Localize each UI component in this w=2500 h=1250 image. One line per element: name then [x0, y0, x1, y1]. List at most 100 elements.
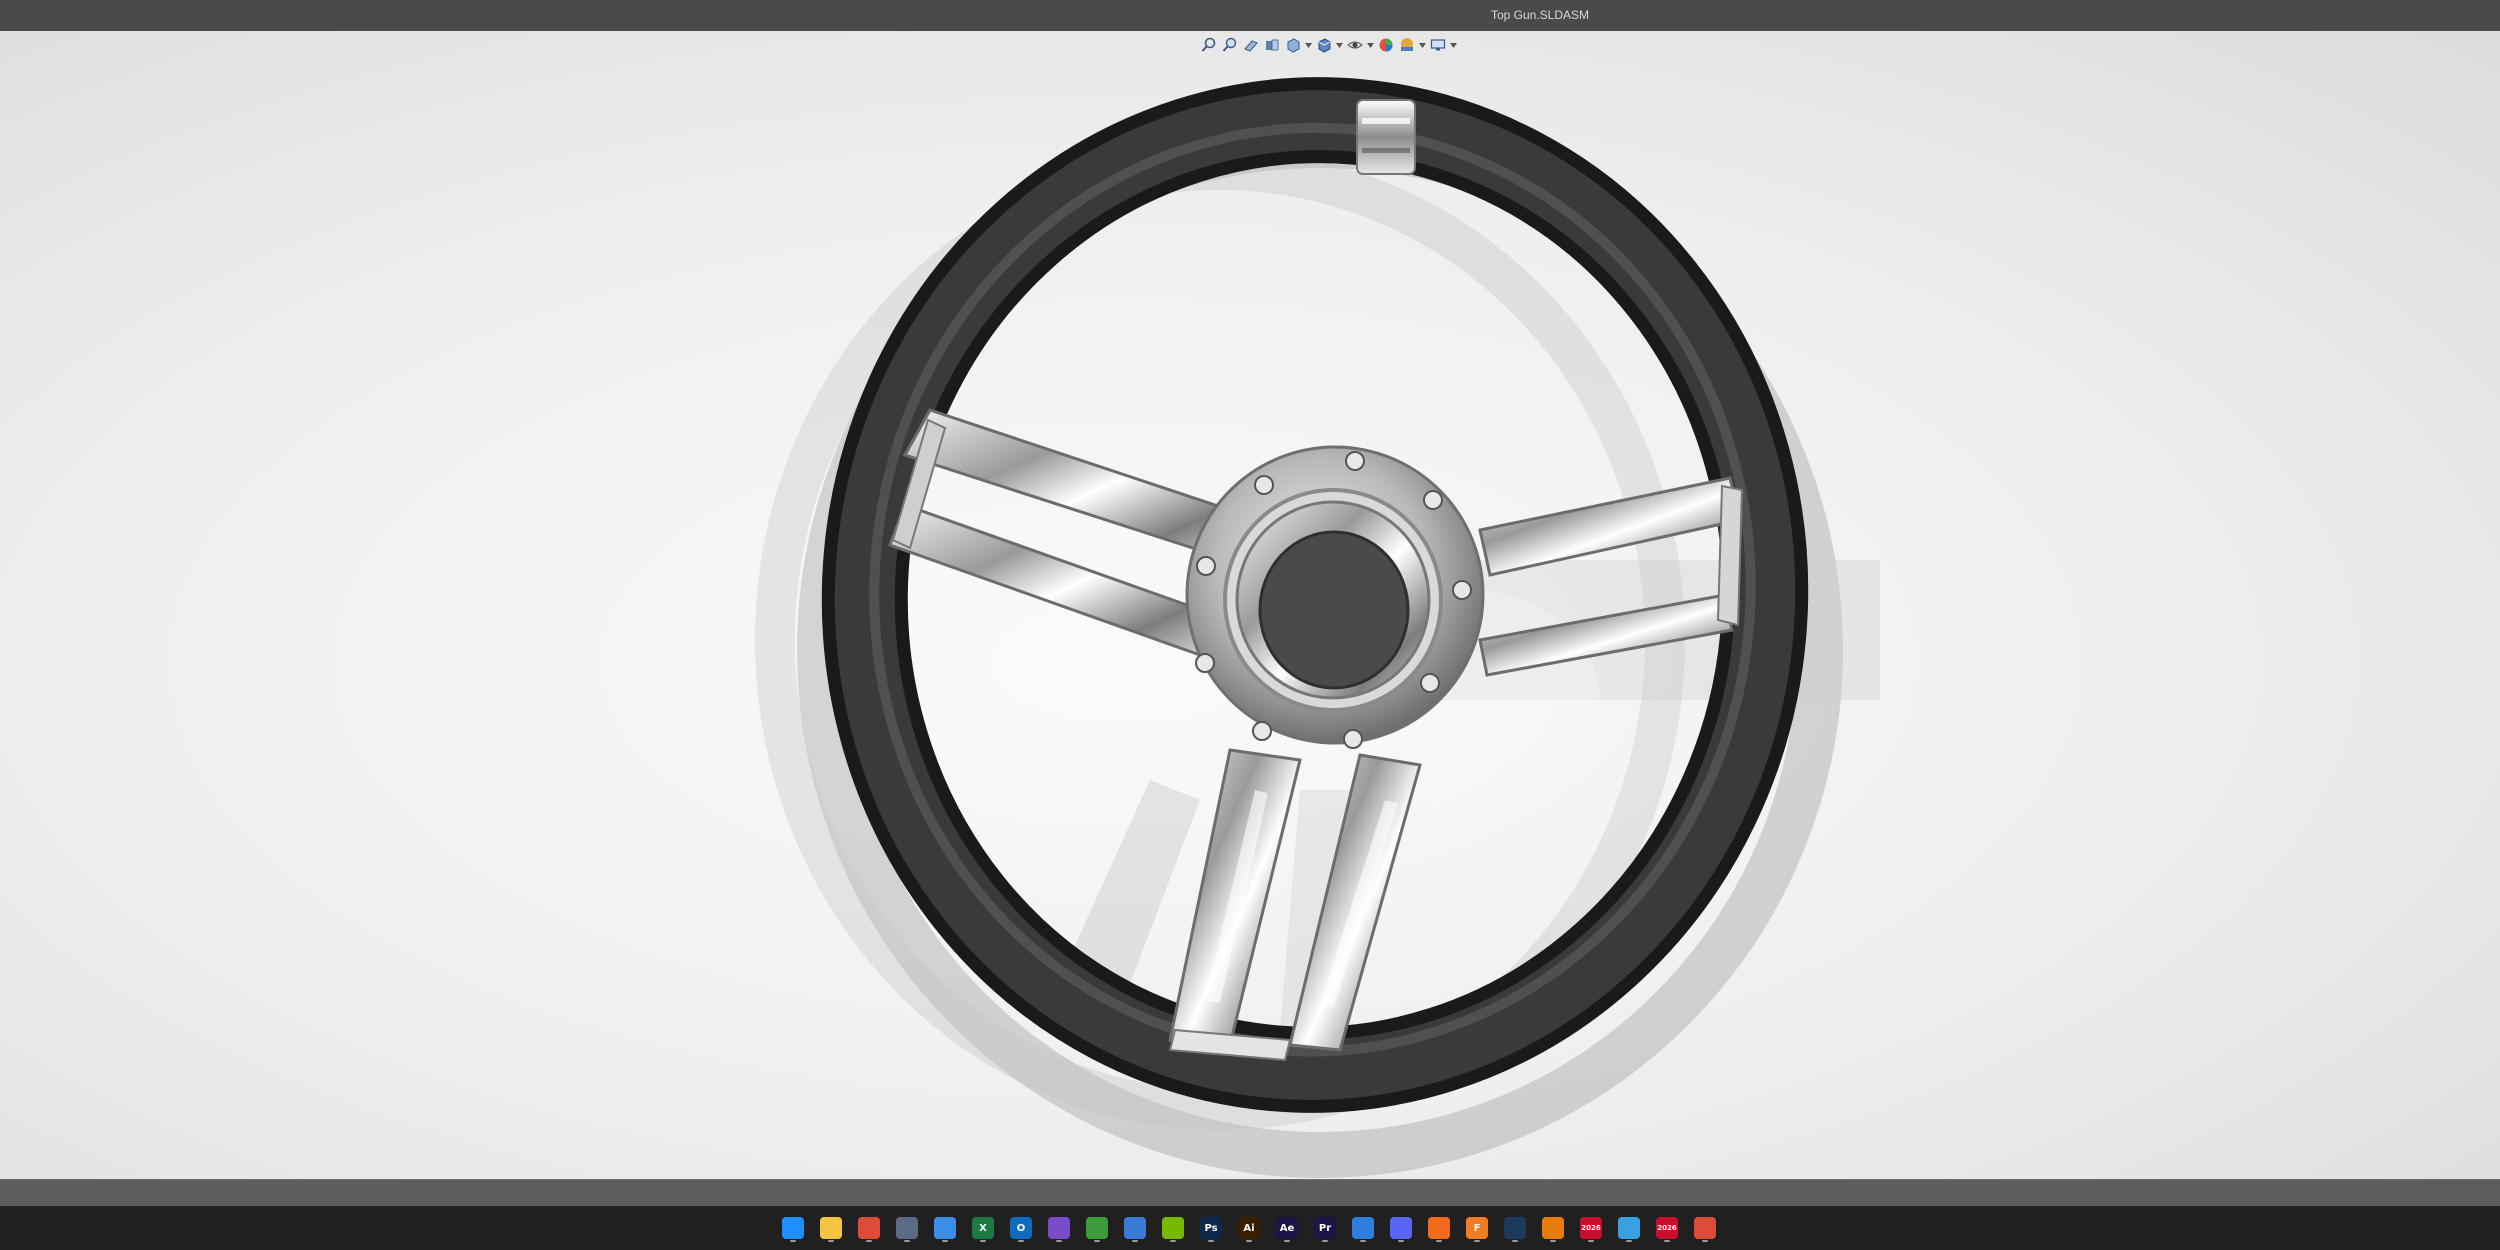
running-indicator	[1246, 1240, 1252, 1242]
solidworks-2026-b-icon[interactable]: 2026	[1652, 1213, 1682, 1243]
windows-start-icon[interactable]	[778, 1213, 808, 1243]
excel-icon[interactable]: X	[968, 1213, 998, 1243]
solidworks-2026-a-icon[interactable]: 2026	[1576, 1213, 1606, 1243]
wheel-hub	[1185, 445, 1485, 745]
xbox-icon-glyph	[1086, 1217, 1108, 1239]
chevron-down-icon[interactable]	[1336, 36, 1343, 54]
discord-icon[interactable]	[1386, 1213, 1416, 1243]
running-indicator	[828, 1240, 834, 1242]
chrome-icon[interactable]	[854, 1213, 884, 1243]
steam-icon-glyph	[1504, 1217, 1526, 1239]
graphics-area[interactable]	[0, 31, 2500, 1179]
view-settings-icon[interactable]	[1429, 36, 1447, 54]
excel-icon-glyph: X	[972, 1217, 994, 1239]
nvidia-icon-glyph	[1162, 1217, 1184, 1239]
section-view-icon[interactable]	[1263, 36, 1281, 54]
box-app-icon-glyph	[1618, 1217, 1640, 1239]
steering-wheel-model[interactable]	[0, 31, 2500, 1179]
running-indicator	[790, 1240, 796, 1242]
zoom-to-area-icon[interactable]	[1221, 36, 1239, 54]
xbox-icon[interactable]	[1082, 1213, 1112, 1243]
ms-store-icon[interactable]	[930, 1213, 960, 1243]
blender-icon[interactable]	[1538, 1213, 1568, 1243]
running-indicator	[1702, 1240, 1708, 1242]
chrome-beta-icon[interactable]	[1690, 1213, 1720, 1243]
running-indicator	[980, 1240, 986, 1242]
premiere-icon[interactable]: Pr	[1310, 1213, 1340, 1243]
running-indicator	[1284, 1240, 1290, 1242]
running-indicator	[1626, 1240, 1632, 1242]
running-indicator	[1588, 1240, 1594, 1242]
premiere-icon-glyph: Pr	[1314, 1217, 1336, 1239]
apply-scene-icon[interactable]	[1398, 36, 1416, 54]
photos-icon[interactable]	[1044, 1213, 1074, 1243]
file-explorer-icon-glyph	[820, 1217, 842, 1239]
previous-view-icon[interactable]	[1242, 36, 1260, 54]
mail-icon[interactable]	[1348, 1213, 1378, 1243]
running-indicator	[1132, 1240, 1138, 1242]
running-indicator	[1664, 1240, 1670, 1242]
after-effects-icon[interactable]: Ae	[1272, 1213, 1302, 1243]
after-effects-icon-glyph: Ae	[1276, 1217, 1298, 1239]
solidworks-2026-b-icon-glyph: 2026	[1656, 1217, 1678, 1239]
status-bar	[0, 1179, 2500, 1207]
running-indicator	[1056, 1240, 1062, 1242]
running-indicator	[1018, 1240, 1024, 1242]
running-indicator	[942, 1240, 948, 1242]
zoom-to-fit-icon[interactable]	[1200, 36, 1218, 54]
rim-chrome-band	[1356, 99, 1416, 175]
title-bar: Top Gun.SLDASM	[0, 0, 2500, 32]
photos-icon-glyph	[1048, 1217, 1070, 1239]
running-indicator	[1208, 1240, 1214, 1242]
running-indicator	[866, 1240, 872, 1242]
display-style-icon[interactable]	[1315, 36, 1333, 54]
hide-show-items-icon[interactable]	[1346, 36, 1364, 54]
origin-icon[interactable]	[1424, 1213, 1454, 1243]
running-indicator	[1512, 1240, 1518, 1242]
photoshop-icon-glyph: Ps	[1200, 1217, 1222, 1239]
running-indicator	[1398, 1240, 1404, 1242]
running-indicator	[1094, 1240, 1100, 1242]
edit-appearance-icon[interactable]	[1377, 36, 1395, 54]
calculator-icon[interactable]	[892, 1213, 922, 1243]
notepad-icon[interactable]	[1120, 1213, 1150, 1243]
outlook-icon-glyph: O	[1010, 1217, 1032, 1239]
heads-up-view-toolbar	[1200, 31, 1457, 59]
taskbar-apps: X O Ps Ai Ae Pr F 2026 2026	[778, 1206, 1720, 1250]
running-indicator	[1474, 1240, 1480, 1242]
box-app-icon[interactable]	[1614, 1213, 1644, 1243]
windows-start-icon-glyph	[782, 1217, 804, 1239]
mail-icon-glyph	[1352, 1217, 1374, 1239]
discord-icon-glyph	[1390, 1217, 1412, 1239]
running-indicator	[1322, 1240, 1328, 1242]
chrome-beta-icon-glyph	[1694, 1217, 1716, 1239]
running-indicator	[1550, 1240, 1556, 1242]
chevron-down-icon[interactable]	[1450, 36, 1457, 54]
illustrator-icon-glyph: Ai	[1238, 1217, 1260, 1239]
illustrator-icon[interactable]: Ai	[1234, 1213, 1264, 1243]
running-indicator	[1360, 1240, 1366, 1242]
notepad-icon-glyph	[1124, 1217, 1146, 1239]
calculator-icon-glyph	[896, 1217, 918, 1239]
outlook-icon[interactable]: O	[1006, 1213, 1036, 1243]
fusion-icon[interactable]: F	[1462, 1213, 1492, 1243]
chevron-down-icon[interactable]	[1419, 36, 1426, 54]
view-orientation-icon[interactable]	[1284, 36, 1302, 54]
chevron-down-icon[interactable]	[1305, 36, 1312, 54]
solidworks-2026-a-icon-glyph: 2026	[1580, 1217, 1602, 1239]
nvidia-icon[interactable]	[1158, 1213, 1188, 1243]
origin-icon-glyph	[1428, 1217, 1450, 1239]
blender-icon-glyph	[1542, 1217, 1564, 1239]
photoshop-icon[interactable]: Ps	[1196, 1213, 1226, 1243]
taskbar: X O Ps Ai Ae Pr F 2026 2026	[0, 1206, 2500, 1250]
fusion-icon-glyph: F	[1466, 1217, 1488, 1239]
running-indicator	[1170, 1240, 1176, 1242]
ms-store-icon-glyph	[934, 1217, 956, 1239]
chevron-down-icon[interactable]	[1367, 36, 1374, 54]
file-explorer-icon[interactable]	[816, 1213, 846, 1243]
steam-icon[interactable]	[1500, 1213, 1530, 1243]
window-title: Top Gun.SLDASM	[1490, 8, 1590, 22]
chrome-icon-glyph	[858, 1217, 880, 1239]
running-indicator	[904, 1240, 910, 1242]
running-indicator	[1436, 1240, 1442, 1242]
